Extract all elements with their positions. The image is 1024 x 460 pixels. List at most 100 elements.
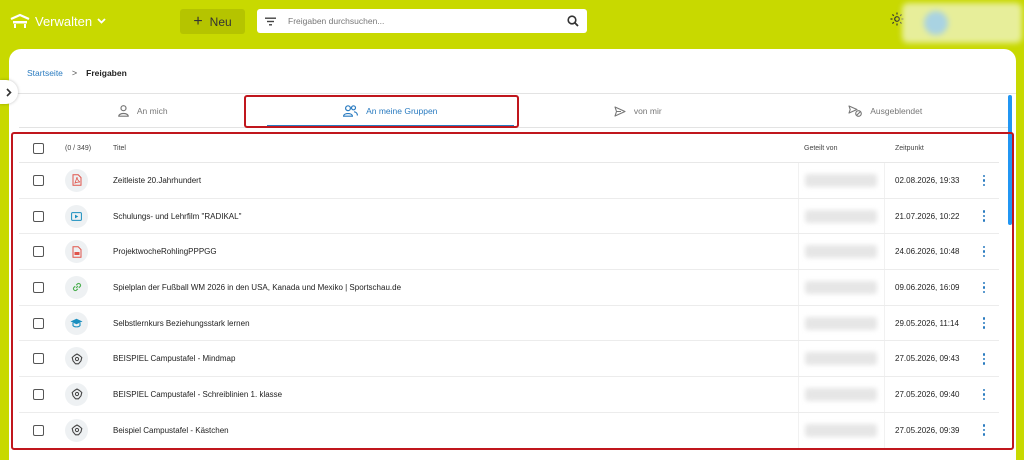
video-icon	[65, 204, 88, 228]
campus-logo-icon	[10, 13, 30, 28]
row-checkbox[interactable]	[33, 174, 44, 186]
table-row[interactable]: BEISPIEL Campustafel - Schreiblinien 1. …	[19, 377, 999, 413]
row-title[interactable]: BEISPIEL Campustafel - Schreiblinien 1. …	[113, 390, 282, 399]
tab-label: An meine Gruppen	[366, 106, 438, 116]
tab-von-mir[interactable]: von mir	[514, 95, 762, 127]
row-title[interactable]: Schulungs- und Lehrfilm "RADIKAL"	[113, 212, 241, 221]
row-title[interactable]: ProjektwocheRohlingPPPGG	[113, 247, 217, 256]
hidden-share-icon	[848, 105, 863, 117]
column-header-shared-by[interactable]: Geteilt von	[798, 134, 885, 162]
group-icon	[343, 105, 359, 117]
row-time: 29.05.2026, 11:14	[895, 318, 959, 328]
link-icon	[65, 275, 88, 299]
row-time: 02.08.2026, 19:33	[895, 175, 960, 185]
tab-bar: An mich An meine Gruppen von mir Ausgebl…	[19, 95, 1009, 127]
row-time: 27.05.2026, 09:39	[895, 425, 960, 435]
row-time: 24.06.2026, 10:48	[895, 247, 960, 257]
row-title[interactable]: Selbstlernkurs Beziehungsstark lernen	[113, 319, 250, 328]
row-checkbox[interactable]	[33, 317, 44, 329]
breadcrumb-current: Freigaben	[86, 68, 127, 78]
brand-menu[interactable]: Verwalten	[10, 9, 106, 33]
divider	[19, 127, 1009, 128]
row-menu-button[interactable]	[969, 317, 999, 329]
person-icon	[118, 105, 129, 117]
kebab-icon	[982, 210, 986, 222]
select-all-checkbox[interactable]	[33, 142, 44, 154]
row-menu-button[interactable]	[969, 245, 999, 258]
send-icon	[614, 105, 626, 117]
chevron-down-icon	[97, 18, 106, 24]
pdf-document-icon	[65, 240, 88, 264]
shared-by-blurred	[805, 423, 877, 437]
scrollbar[interactable]	[1008, 95, 1012, 225]
tab-label: An mich	[136, 106, 168, 116]
row-menu-button[interactable]	[969, 353, 999, 365]
shared-by-blurred	[805, 280, 877, 294]
tab-an-mich[interactable]: An mich	[19, 95, 267, 127]
row-title[interactable]: Zeitleiste 20.Jahrhundert	[113, 176, 201, 185]
breadcrumb-home-link[interactable]: Startseite	[27, 68, 63, 78]
brand-label: Verwalten	[35, 13, 93, 29]
breadcrumb: Startseite > Freigaben	[27, 68, 127, 78]
tab-label: Ausgeblendet	[870, 106, 923, 116]
row-checkbox[interactable]	[33, 210, 44, 222]
search-input[interactable]	[288, 16, 567, 26]
pdf-icon	[65, 168, 88, 192]
row-time: 09.06.2026, 16:09	[895, 282, 960, 292]
shared-by-blurred	[805, 316, 877, 330]
table-row[interactable]: Schulungs- und Lehrfilm "RADIKAL" 21.07.…	[19, 198, 999, 235]
kebab-icon	[982, 245, 986, 258]
board-icon	[65, 347, 88, 371]
kebab-icon	[982, 388, 986, 401]
breadcrumb-separator-icon: >	[71, 68, 78, 78]
kebab-icon	[982, 281, 986, 294]
row-title[interactable]: Beispiel Campustafel - Kästchen	[113, 426, 229, 435]
kebab-icon	[982, 353, 986, 365]
table-header: (0 / 349) Titel Geteilt von Zeitpunkt	[19, 134, 999, 163]
shares-table: (0 / 349) Titel Geteilt von Zeitpunkt Ze…	[19, 134, 999, 449]
row-time: 27.05.2026, 09:40	[895, 389, 960, 399]
row-time: 21.07.2026, 10:22	[895, 211, 960, 221]
new-button[interactable]: + Neu	[180, 9, 245, 34]
top-bar: Verwalten + Neu	[0, 0, 1024, 43]
search-bar	[257, 9, 587, 33]
divider	[9, 93, 1016, 94]
table-row[interactable]: ProjektwocheRohlingPPPGG 24.06.2026, 10:…	[19, 234, 999, 271]
search-icon[interactable]	[567, 15, 579, 27]
table-row[interactable]: Zeitleiste 20.Jahrhundert 02.08.2026, 19…	[19, 163, 999, 199]
row-menu-button[interactable]	[969, 424, 999, 436]
row-menu-button[interactable]	[969, 210, 999, 222]
row-menu-button[interactable]	[969, 281, 999, 294]
tab-ausgeblendet[interactable]: Ausgeblendet	[762, 95, 1010, 127]
avatar	[924, 11, 948, 35]
kebab-icon	[982, 317, 986, 329]
main-card: Startseite > Freigaben An mich An meine …	[9, 49, 1016, 460]
row-checkbox[interactable]	[33, 281, 44, 293]
filter-icon[interactable]	[265, 17, 276, 26]
shared-by-blurred	[805, 209, 877, 223]
plus-icon: +	[193, 12, 203, 30]
shared-by-blurred	[805, 245, 877, 259]
shared-by-blurred	[805, 387, 877, 401]
row-checkbox[interactable]	[33, 353, 44, 365]
board-icon	[65, 382, 88, 406]
row-title[interactable]: BEISPIEL Campustafel - Mindmap	[113, 354, 235, 363]
row-menu-button[interactable]	[969, 174, 999, 187]
column-header-title[interactable]: Titel	[113, 145, 798, 152]
table-row[interactable]: Beispiel Campustafel - Kästchen 27.05.20…	[19, 412, 999, 449]
table-row[interactable]: BEISPIEL Campustafel - Mindmap 27.05.202…	[19, 341, 999, 378]
row-checkbox[interactable]	[33, 246, 44, 258]
column-header-time[interactable]: Zeitpunkt	[885, 145, 969, 152]
kebab-icon	[982, 174, 986, 187]
row-time: 27.05.2026, 09:43	[895, 354, 960, 364]
row-checkbox[interactable]	[33, 388, 44, 400]
chevron-right-icon	[6, 87, 12, 97]
table-row[interactable]: Spielplan der Fußball WM 2026 in den USA…	[19, 270, 999, 306]
shared-by-blurred	[805, 173, 877, 187]
user-account-blurred[interactable]	[902, 3, 1022, 43]
table-row[interactable]: Selbstlernkurs Beziehungsstark lernen 29…	[19, 305, 999, 342]
row-checkbox[interactable]	[33, 424, 44, 436]
tab-an-meine-gruppen[interactable]: An meine Gruppen	[266, 95, 515, 127]
row-menu-button[interactable]	[969, 388, 999, 401]
row-title[interactable]: Spielplan der Fußball WM 2026 in den USA…	[113, 283, 401, 292]
